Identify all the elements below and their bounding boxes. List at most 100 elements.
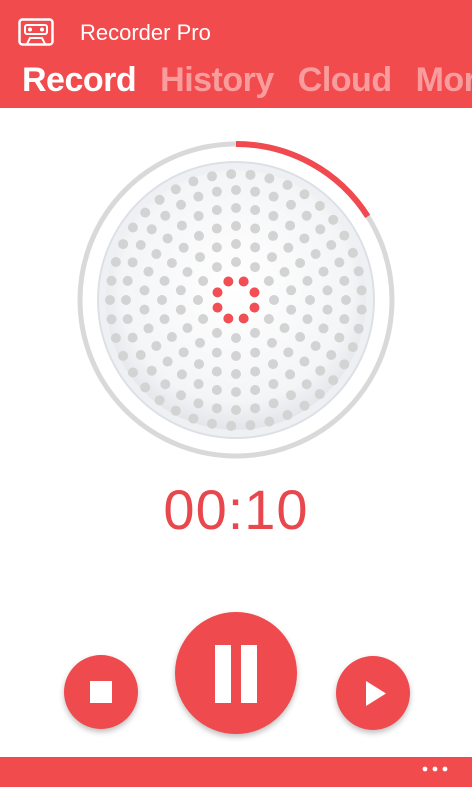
grille-dot <box>353 266 364 277</box>
cassette-icon <box>18 18 54 46</box>
grille-dot <box>322 304 333 315</box>
grille-dot <box>231 239 241 249</box>
grille-dot <box>195 337 205 348</box>
grille-dot <box>347 342 358 353</box>
tab-more[interactable]: More <box>416 60 472 100</box>
grille-dot <box>159 275 170 286</box>
grille-dot <box>268 191 279 202</box>
grille-dot <box>110 333 121 344</box>
grille-dot <box>231 203 241 213</box>
grille-dot <box>326 240 337 250</box>
grille-dot <box>283 347 294 358</box>
grille-dot <box>268 379 279 390</box>
grille-dot <box>175 285 186 296</box>
grille-dot <box>286 304 297 315</box>
grille-dot <box>267 337 277 348</box>
grille-dot <box>207 171 218 182</box>
grille-dot <box>105 295 115 305</box>
stop-button[interactable] <box>64 655 138 729</box>
grille-dot <box>226 420 237 431</box>
grille-dot <box>268 210 279 221</box>
grille-dot <box>310 249 321 259</box>
grille-dot <box>314 389 325 400</box>
pause-button[interactable] <box>175 612 297 734</box>
grille-dot <box>299 233 310 244</box>
ellipsis-icon[interactable] <box>420 761 450 777</box>
play-button[interactable] <box>336 656 410 730</box>
grille-dot <box>231 185 241 195</box>
recording-timer: 00:10 <box>163 478 309 541</box>
grille-dot <box>122 314 133 325</box>
grille-dot <box>250 366 261 377</box>
grille-dot <box>122 275 133 286</box>
grille-dot <box>339 230 350 241</box>
grille-dot <box>176 390 186 401</box>
recording-dot <box>223 313 234 324</box>
grille-dot <box>151 341 162 351</box>
grille-dot <box>198 314 209 324</box>
grille-dot <box>285 369 296 380</box>
play-icon <box>366 681 386 706</box>
grille-dot <box>286 390 296 401</box>
grille-dot <box>339 359 350 370</box>
grille-dot <box>299 189 310 200</box>
grille-dot <box>170 184 181 195</box>
grille-dot <box>268 398 279 409</box>
grille-dot <box>159 314 170 325</box>
grille-dot <box>154 194 165 205</box>
grille-dot <box>328 214 339 225</box>
grille-dot <box>211 347 222 358</box>
grille-dot <box>245 169 256 180</box>
grille-dot <box>146 365 157 376</box>
grille-dot <box>295 332 306 342</box>
grille-dot <box>139 285 150 296</box>
grille-dot <box>282 180 293 191</box>
stop-icon <box>90 681 112 703</box>
grille-dot <box>334 332 345 343</box>
grille-dot <box>188 413 199 424</box>
grille-dot <box>295 258 306 268</box>
grille-dot <box>211 223 222 234</box>
pivot-tabs: Record History Cloud More <box>22 60 472 100</box>
recording-dot <box>212 302 223 313</box>
recording-dot <box>212 287 223 298</box>
grille-dot <box>302 314 313 325</box>
grille-dot <box>162 356 173 367</box>
grille-dot <box>283 242 294 253</box>
grille-dot <box>182 267 193 277</box>
grille-dot <box>339 275 350 286</box>
grille-dot <box>314 200 325 211</box>
grille-dot <box>178 242 189 253</box>
grille-dot <box>211 366 222 377</box>
grille-dot <box>193 379 204 390</box>
grille-dot <box>250 262 260 273</box>
grille-dot <box>143 323 154 334</box>
grille-dot <box>250 205 261 216</box>
grille-dot <box>127 222 138 233</box>
grille-dot <box>315 365 326 376</box>
grille-dot <box>118 239 129 250</box>
grille-dot <box>245 420 256 431</box>
grille-dot <box>194 359 204 370</box>
grille-dot <box>250 327 260 338</box>
tab-history[interactable]: History <box>160 60 274 100</box>
grille-dot <box>347 247 358 258</box>
grille-dot <box>211 205 222 216</box>
grille-dot <box>250 403 261 414</box>
tab-cloud[interactable]: Cloud <box>298 60 392 100</box>
grille-dot <box>315 224 326 235</box>
grille-dot <box>170 405 181 416</box>
grille-dot <box>151 249 162 259</box>
grille-dot <box>193 191 204 202</box>
grille-dot <box>318 323 329 334</box>
grille-dot <box>211 403 222 414</box>
grille-dot <box>302 275 313 286</box>
grille-dot <box>310 341 321 351</box>
grille-dot <box>110 256 121 267</box>
grille-dot <box>198 276 209 286</box>
grille-dot <box>146 224 157 235</box>
recording-dot <box>223 276 234 287</box>
grille-dot <box>139 304 150 315</box>
grille-dot <box>175 304 186 315</box>
tab-record[interactable]: Record <box>22 60 137 100</box>
